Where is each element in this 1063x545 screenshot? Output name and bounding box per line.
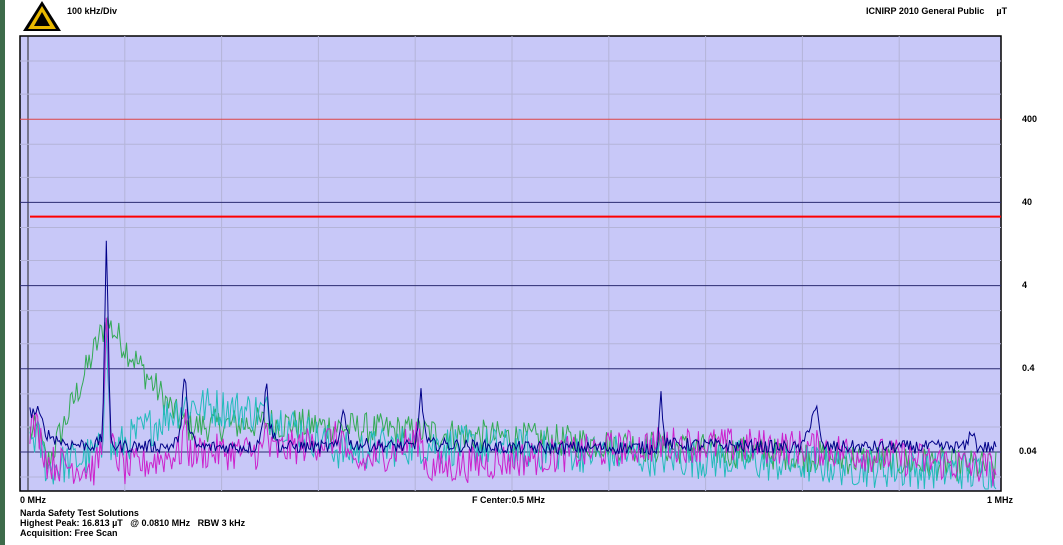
- y-tick-label: 40: [1022, 197, 1033, 207]
- status-footer: Narda Safety Test Solutions Highest Peak…: [20, 508, 245, 538]
- peak-info: Highest Peak: 16.813 µT @ 0.0810 MHz RBW…: [20, 518, 245, 528]
- y-tick-label: 0.4: [1022, 363, 1035, 373]
- peak-label: Highest Peak:: [20, 518, 80, 528]
- peak-frequency: @ 0.0810 MHz: [130, 518, 191, 528]
- x-label-center: F Center:0.5 MHz: [472, 495, 546, 505]
- rbw-value: RBW 3 kHz: [197, 518, 246, 528]
- company-name: Narda Safety Test Solutions: [20, 508, 139, 518]
- x-label-end: 1 MHz: [987, 495, 1014, 505]
- x-label-start: 0 MHz: [20, 495, 47, 505]
- peak-value: 16.813 µT: [82, 518, 123, 528]
- y-tick-label: 0.04: [1019, 446, 1037, 456]
- y-tick-label: 400: [1022, 114, 1038, 124]
- acquisition-mode: Acquisition: Free Scan: [20, 528, 118, 538]
- plot-area: [19, 35, 1002, 492]
- y-tick-label: 4: [1022, 280, 1028, 290]
- spectrum-chart[interactable]: [0, 0, 1063, 545]
